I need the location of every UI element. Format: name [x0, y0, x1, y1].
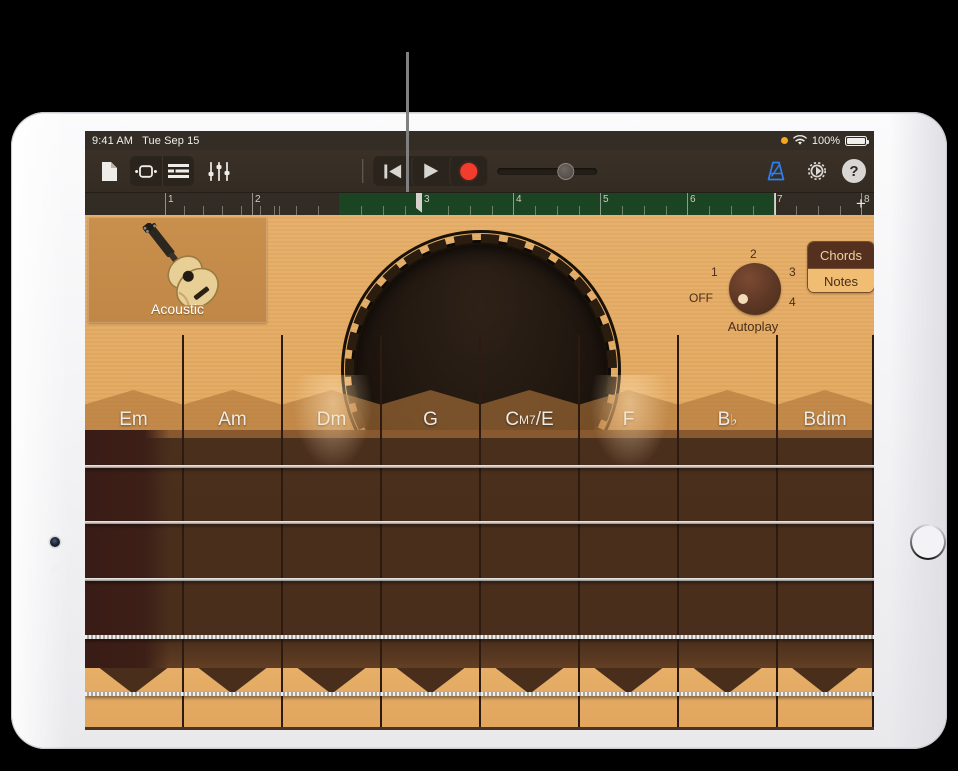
ruler-ticks: 1 2 4 5 6 7 8: [85, 193, 874, 215]
chord-column-dm[interactable]: Dm: [283, 335, 382, 730]
guitar-string-4[interactable]: [85, 635, 874, 639]
chords-notes-switch: Chords Notes: [807, 241, 874, 293]
document-button[interactable]: [93, 156, 125, 186]
bar-number: 1: [168, 194, 174, 205]
bar-number: 2: [255, 194, 261, 205]
bar-number: 4: [516, 194, 522, 205]
bar-number: 6: [690, 194, 696, 205]
status-bar: 9:41 AM Tue Sep 15 100%: [85, 131, 874, 150]
guitar-instrument-area: Acoustic OFF 1 2 3 4 Autoplay Chords Not…: [85, 215, 874, 730]
notes-mode-option[interactable]: Notes: [808, 268, 874, 292]
record-icon: [460, 162, 478, 180]
chord-column-bflat[interactable]: B ♭: [679, 335, 778, 730]
track-list-icon: [168, 164, 189, 178]
acoustic-guitar-icon: [142, 223, 219, 305]
playhead[interactable]: 3: [416, 193, 435, 215]
cycle-button[interactable]: [130, 156, 162, 186]
metronome-button[interactable]: [760, 156, 792, 186]
help-button[interactable]: ?: [842, 159, 866, 183]
document-icon: [101, 161, 117, 181]
autoplay-pos-1-label[interactable]: 1: [711, 265, 718, 279]
status-date: Tue Sep 15: [142, 134, 200, 147]
transport-controls: [373, 156, 488, 186]
chord-column-cmaj7-e[interactable]: C M7/E: [481, 335, 580, 730]
autoplay-knob[interactable]: [729, 263, 781, 315]
fretboard: Em Am Dm G C M7 /E F B ♭ Bdim: [85, 335, 874, 730]
track-list-button[interactable]: [162, 156, 194, 186]
callout-line: [406, 52, 409, 192]
autoplay-pos-4-label[interactable]: 4: [789, 295, 796, 309]
home-button[interactable]: [910, 524, 946, 560]
volume-knob[interactable]: [557, 162, 575, 180]
chords-mode-option[interactable]: Chords: [808, 242, 874, 268]
guitar-string-1[interactable]: [85, 465, 874, 468]
autoplay-knob-indicator: [738, 294, 748, 304]
guitar-string-2[interactable]: [85, 521, 874, 524]
rewind-icon: [383, 164, 401, 178]
chord-column-bdim[interactable]: Bdim: [778, 335, 874, 730]
guitar-string-5[interactable]: [85, 692, 874, 696]
autoplay-off-label: OFF: [689, 291, 713, 305]
mixer-faders-icon: [208, 161, 230, 181]
bar-number: 5: [603, 194, 609, 205]
playhead-bar-label: 3: [424, 194, 430, 205]
front-camera: [50, 537, 60, 547]
ambient-sensor: [51, 564, 59, 572]
autoplay-pos-2-label[interactable]: 2: [750, 247, 757, 261]
instrument-card-label: Acoustic: [151, 301, 204, 317]
metronome-icon: [767, 161, 785, 181]
chord-column-am[interactable]: Am: [184, 335, 283, 730]
autoplay-title: Autoplay: [727, 319, 779, 334]
guitar-string-3[interactable]: [85, 578, 874, 581]
status-time: 9:41 AM: [92, 134, 134, 147]
master-volume-slider[interactable]: [497, 156, 598, 186]
mixer-button[interactable]: [203, 156, 235, 186]
wifi-icon: [792, 135, 807, 145]
chord-column-f[interactable]: F: [580, 335, 679, 730]
autoplay-pos-3-label[interactable]: 3: [789, 265, 796, 279]
view-toggle-group: [130, 156, 194, 186]
app-toolbar: ?: [85, 150, 874, 193]
battery-percent-label: 100%: [811, 134, 840, 147]
timeline-ruler[interactable]: 1 2 4 5 6 7 8 3 +: [85, 193, 874, 215]
toolbar-divider: [361, 159, 364, 183]
autoplay-control: OFF 1 2 3 4 Autoplay: [689, 245, 809, 335]
record-button[interactable]: [449, 156, 487, 186]
chord-column-g[interactable]: G: [382, 335, 481, 730]
recording-indicator-icon: [780, 137, 788, 144]
volume-track: [497, 167, 598, 175]
add-track-button[interactable]: +: [850, 193, 872, 215]
cycle-icon: [135, 164, 157, 178]
play-icon: [423, 163, 438, 179]
battery-icon: [845, 135, 869, 146]
settings-gear-icon: [807, 161, 827, 181]
settings-button[interactable]: [801, 156, 833, 186]
instrument-card-acoustic[interactable]: Acoustic: [88, 217, 267, 323]
play-button[interactable]: [411, 156, 449, 186]
ipad-screen: 9:41 AM Tue Sep 15 100% ? 1 2 4 5 6 7 8 …: [85, 131, 874, 730]
